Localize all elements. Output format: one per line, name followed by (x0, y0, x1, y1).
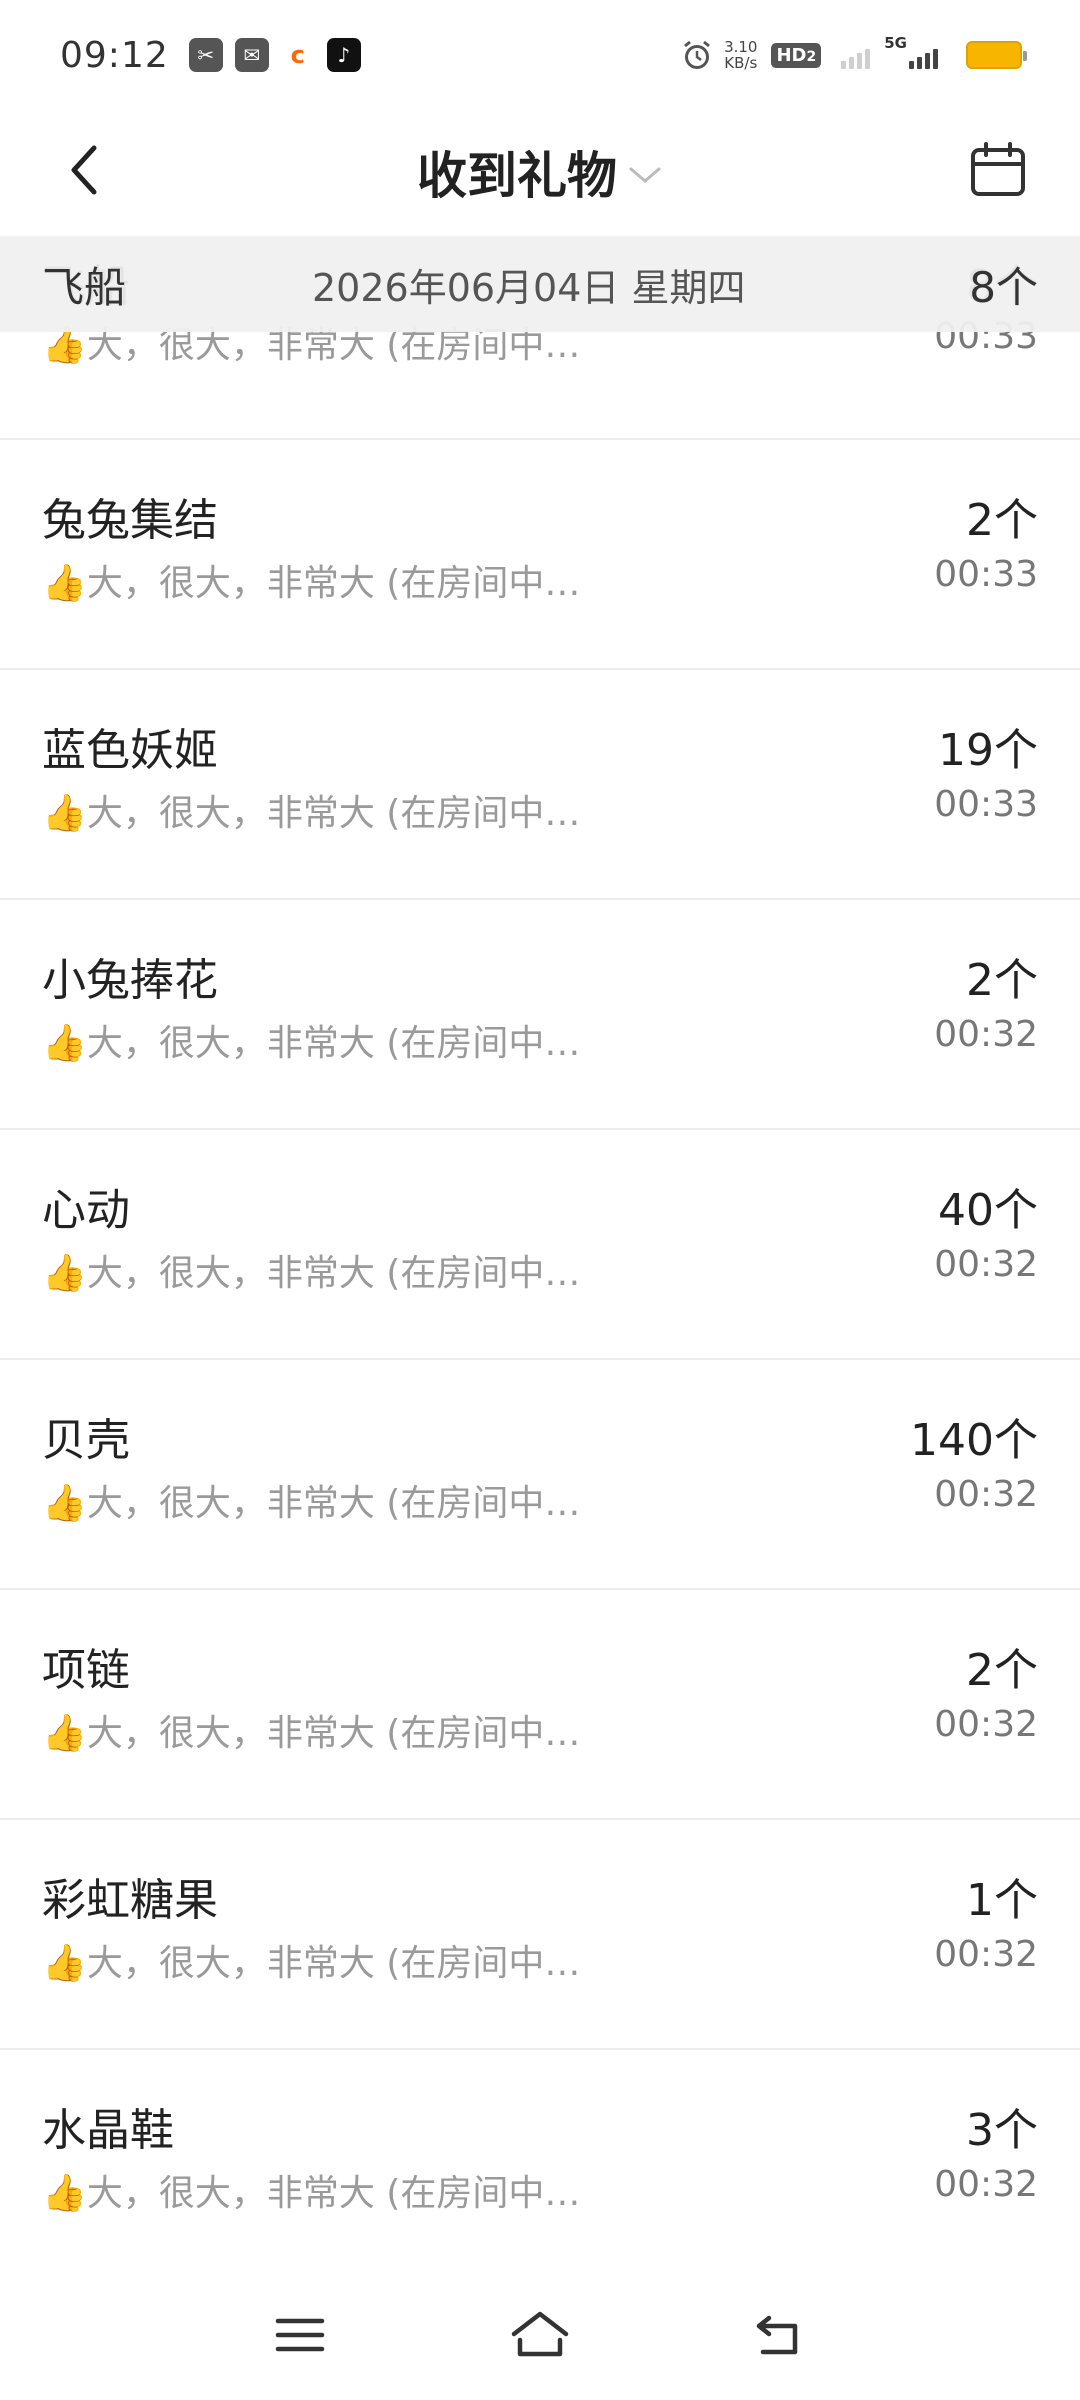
hd-voice-badge: HD2 (771, 42, 822, 68)
sticky-date-header: 飞船 2026年06月04日 星期四 8个 (0, 236, 1080, 332)
sticky-gift-count: 8个 (969, 262, 1038, 312)
list-item[interactable]: 心动 👍大，很大，非常大 (在房间中… 40个 00:32 (0, 1130, 1080, 1360)
nav-menu-button[interactable] (260, 2295, 340, 2375)
sticky-date: 2026年06月04日 星期四 (312, 265, 746, 310)
gift-count: 2个 (966, 955, 1038, 1006)
network-speed-unit: KB/s (724, 54, 758, 72)
page-title: 收到礼物 (417, 147, 617, 205)
gift-time: 00:33 (934, 554, 1038, 595)
back-icon (756, 2315, 798, 2355)
status-bar-left: 09:12 ✂ ✉ c ♪ (60, 35, 373, 76)
ride-app-notification-icon: c (280, 38, 315, 72)
gift-list[interactable]: 飞船 👍大，很大，非常大 (在房间中… 8个 00:33 兔兔集结 👍大，很大，… (0, 206, 1080, 2280)
alarm-icon (684, 40, 711, 69)
title-dropdown[interactable]: 收到礼物 (417, 136, 663, 208)
home-icon (511, 2311, 569, 2357)
nav-back-button[interactable] (740, 2295, 820, 2375)
gift-name: 小兔捧花 (42, 955, 218, 1006)
gift-count: 40个 (938, 1185, 1038, 1236)
gift-message: 👍大，很大，非常大 (在房间中… (42, 2173, 581, 2214)
gift-message: 👍大，很大，非常大 (在房间中… (42, 1023, 581, 1064)
list-item[interactable]: 小兔捧花 👍大，很大，非常大 (在房间中… 2个 00:32 (0, 900, 1080, 1130)
gift-name: 贝壳 (42, 1415, 130, 1466)
system-nav-bar (0, 2290, 1080, 2380)
hd-sub: 2 (806, 48, 817, 65)
list-item[interactable]: 贝壳 👍大，很大，非常大 (在房间中… 140个 00:32 (0, 1360, 1080, 1590)
gift-message: 👍大，很大，非常大 (在房间中… (42, 1483, 581, 1524)
list-item[interactable]: 兔兔集结 👍大，很大，非常大 (在房间中… 2个 00:33 (0, 440, 1080, 670)
gift-name: 心动 (42, 1185, 130, 1236)
gift-message: 👍大，很大，非常大 (在房间中… (42, 563, 581, 604)
gift-time: 00:32 (934, 1244, 1038, 1285)
gift-time: 00:32 (934, 2164, 1038, 2205)
status-bar-right: 3.10 KB/s HD2 5G (680, 34, 1027, 72)
sticky-gift-name: 飞船 (42, 262, 127, 312)
gift-time: 00:32 (934, 1934, 1038, 1975)
chevron-down-icon (629, 167, 661, 183)
gift-name: 项链 (42, 1645, 130, 1696)
status-time: 09:12 (60, 34, 169, 76)
network-type: 5G (884, 34, 907, 52)
calendar-icon (971, 142, 1025, 196)
network-speed-value: 3.10 (724, 38, 758, 56)
gift-name: 蓝色妖姬 (42, 725, 218, 776)
battery-icon (966, 41, 1027, 69)
gift-time: 00:32 (934, 1474, 1038, 1515)
list-item[interactable]: 项链 👍大，很大，非常大 (在房间中… 2个 00:32 (0, 1590, 1080, 1820)
signal-sim1-icon (841, 41, 871, 69)
gift-time: 00:32 (934, 1014, 1038, 1055)
gift-count: 140个 (910, 1415, 1038, 1466)
tiktok-notification-icon: ♪ (326, 38, 361, 72)
gift-message: 👍大，很大，非常大 (在房间中… (42, 1943, 581, 1984)
gift-count: 2个 (966, 1645, 1038, 1696)
signal-sim2-icon (909, 41, 938, 69)
gift-message: 👍大，很大，非常大 (在房间中… (42, 1253, 581, 1294)
gift-count: 19个 (938, 725, 1038, 776)
gift-message: 👍大，很大，非常大 (在房间中… (42, 793, 581, 834)
gift-time: 00:33 (934, 784, 1038, 825)
status-bar: 09:12 ✂ ✉ c ♪ 3.10 KB/s HD2 5G (0, 0, 1080, 110)
nav-home-button[interactable] (500, 2295, 580, 2375)
list-item[interactable]: 彩虹糖果 👍大，很大，非常大 (在房间中… 1个 00:32 (0, 1820, 1080, 2050)
gift-count: 3个 (966, 2105, 1038, 2156)
list-item[interactable]: 蓝色妖姬 👍大，很大，非常大 (在房间中… 19个 00:33 (0, 670, 1080, 900)
gift-time: 00:32 (934, 1704, 1038, 1745)
gift-name: 水晶鞋 (42, 2105, 174, 2156)
network-speed: 3.10 KB/s (724, 39, 757, 71)
list-item[interactable]: 水晶鞋 👍大，很大，非常大 (在房间中… 3个 00:32 (0, 2050, 1080, 2280)
gift-name: 兔兔集结 (42, 495, 218, 546)
calendar-button[interactable] (962, 134, 1034, 206)
menu-icon (275, 2318, 325, 2352)
app-notification-icon: ✂ (188, 38, 223, 72)
back-button[interactable] (52, 138, 116, 202)
gift-name: 彩虹糖果 (42, 1875, 218, 1926)
gift-count: 1个 (966, 1875, 1038, 1926)
back-arrow-icon (71, 145, 97, 195)
message-notification-icon: ✉ (234, 38, 269, 72)
gift-count: 2个 (966, 495, 1038, 546)
gift-message: 👍大，很大，非常大 (在房间中… (42, 1713, 581, 1754)
hd-label: HD (776, 44, 807, 66)
